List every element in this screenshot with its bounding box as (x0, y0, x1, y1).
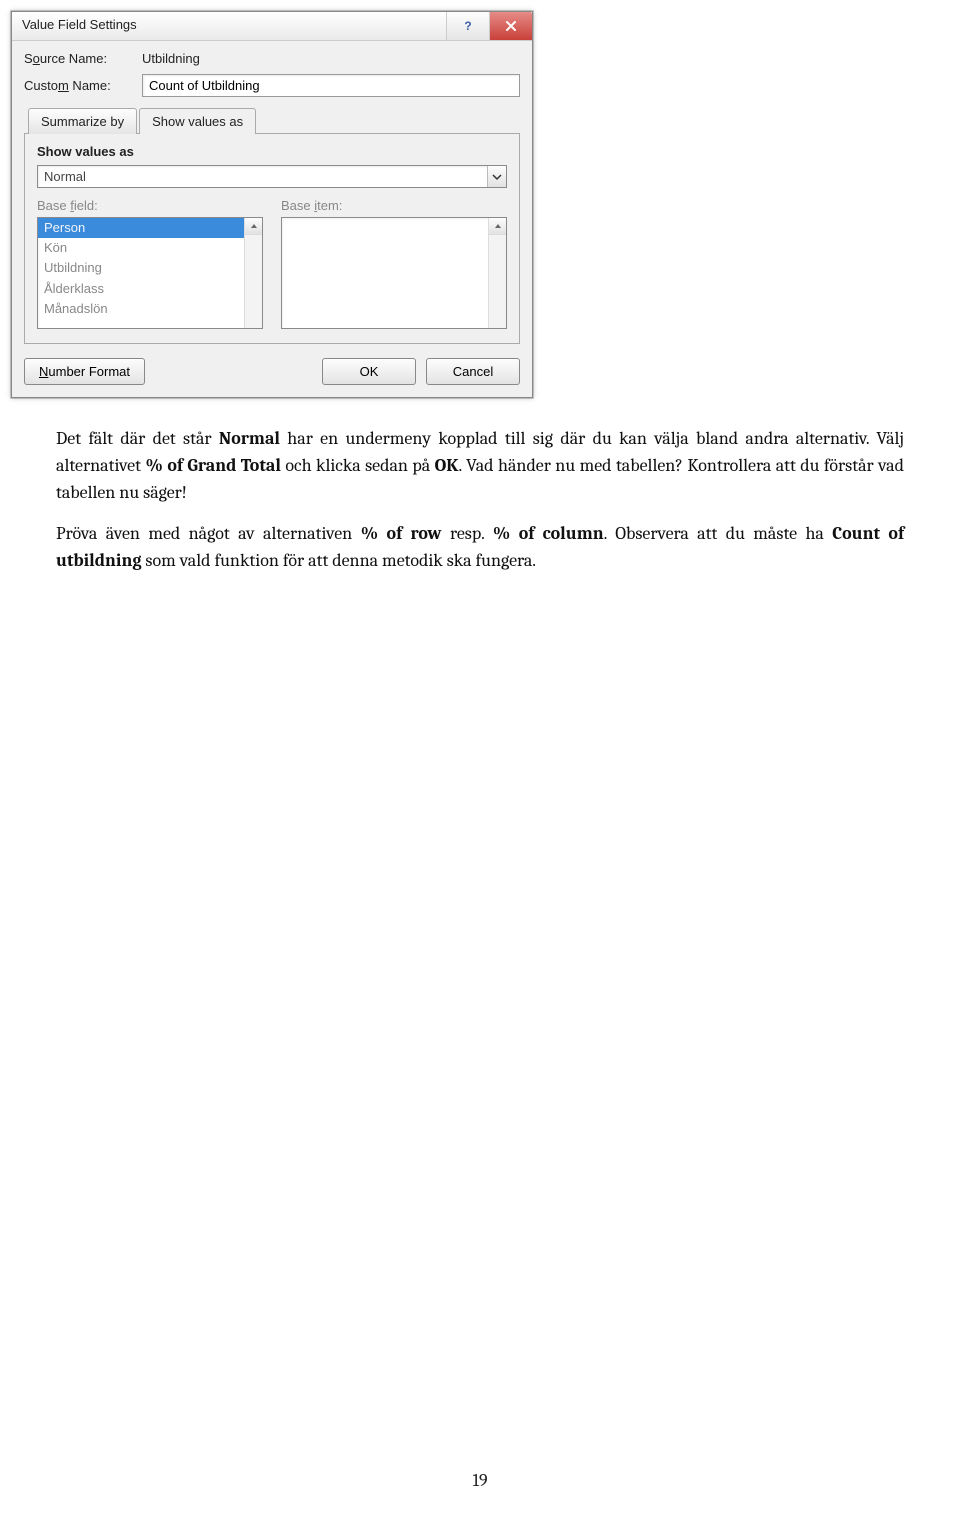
source-name-label: Source Name: (24, 51, 136, 66)
tab-summarize-by[interactable]: Summarize by (28, 108, 137, 134)
dialog-title: Value Field Settings (12, 12, 446, 40)
custom-name-row: Custom Name: (24, 74, 520, 97)
tabstrip: Summarize by Show values as (24, 107, 520, 133)
close-button[interactable] (489, 12, 532, 40)
base-field-listbox[interactable]: Person Kön Utbildning Ålderklass Månadsl… (37, 217, 263, 329)
dialog-button-row: Number Format OK Cancel (24, 358, 520, 385)
cancel-button[interactable]: Cancel (426, 358, 520, 385)
list-item[interactable]: Ålderklass (38, 279, 244, 299)
document-body-text: Det fält där det står Normal har en unde… (0, 399, 960, 574)
show-values-as-combo[interactable]: Normal (37, 165, 507, 188)
base-item-label: Base item: (281, 198, 507, 213)
tab-panel-show-values-as: Show values as Normal Base field: (24, 133, 520, 344)
paragraph: Pröva även med något av alternativen % o… (56, 520, 904, 574)
dialog-screenshot: Value Field Settings ? Source Name: Utbi… (10, 10, 534, 399)
scroll-up-button[interactable] (489, 218, 506, 235)
scrollbar[interactable] (244, 218, 262, 328)
help-icon: ? (461, 19, 475, 33)
svg-text:?: ? (464, 19, 471, 33)
scroll-up-button[interactable] (245, 218, 262, 235)
triangle-up-icon (494, 222, 502, 230)
show-values-as-heading: Show values as (37, 144, 507, 159)
show-values-as-value: Normal (38, 166, 487, 187)
close-icon (504, 19, 518, 33)
list-item[interactable]: Kön (38, 238, 244, 258)
paragraph: Det fält där det står Normal har en unde… (56, 425, 904, 506)
custom-name-field[interactable] (142, 74, 520, 97)
base-field-label: Base field: (37, 198, 263, 213)
scrollbar[interactable] (488, 218, 506, 328)
tab-show-values-as[interactable]: Show values as (139, 108, 256, 134)
help-button[interactable]: ? (446, 12, 489, 40)
combo-dropdown-button[interactable] (487, 166, 506, 187)
list-item[interactable]: Månadslön (38, 299, 244, 319)
custom-name-label: Custom Name: (24, 78, 136, 93)
list-item[interactable]: Person (38, 218, 244, 238)
source-name-value: Utbildning (142, 51, 200, 66)
chevron-down-icon (492, 172, 502, 182)
triangle-up-icon (250, 222, 258, 230)
number-format-button[interactable]: Number Format (24, 358, 145, 385)
titlebar: Value Field Settings ? (12, 12, 532, 41)
ok-button[interactable]: OK (322, 358, 416, 385)
value-field-settings-dialog: Value Field Settings ? Source Name: Utbi… (11, 11, 533, 398)
source-name-row: Source Name: Utbildning (24, 51, 520, 66)
base-item-listbox[interactable] (281, 217, 507, 329)
page-number: 19 (0, 1470, 960, 1491)
list-item[interactable]: Utbildning (38, 258, 244, 278)
